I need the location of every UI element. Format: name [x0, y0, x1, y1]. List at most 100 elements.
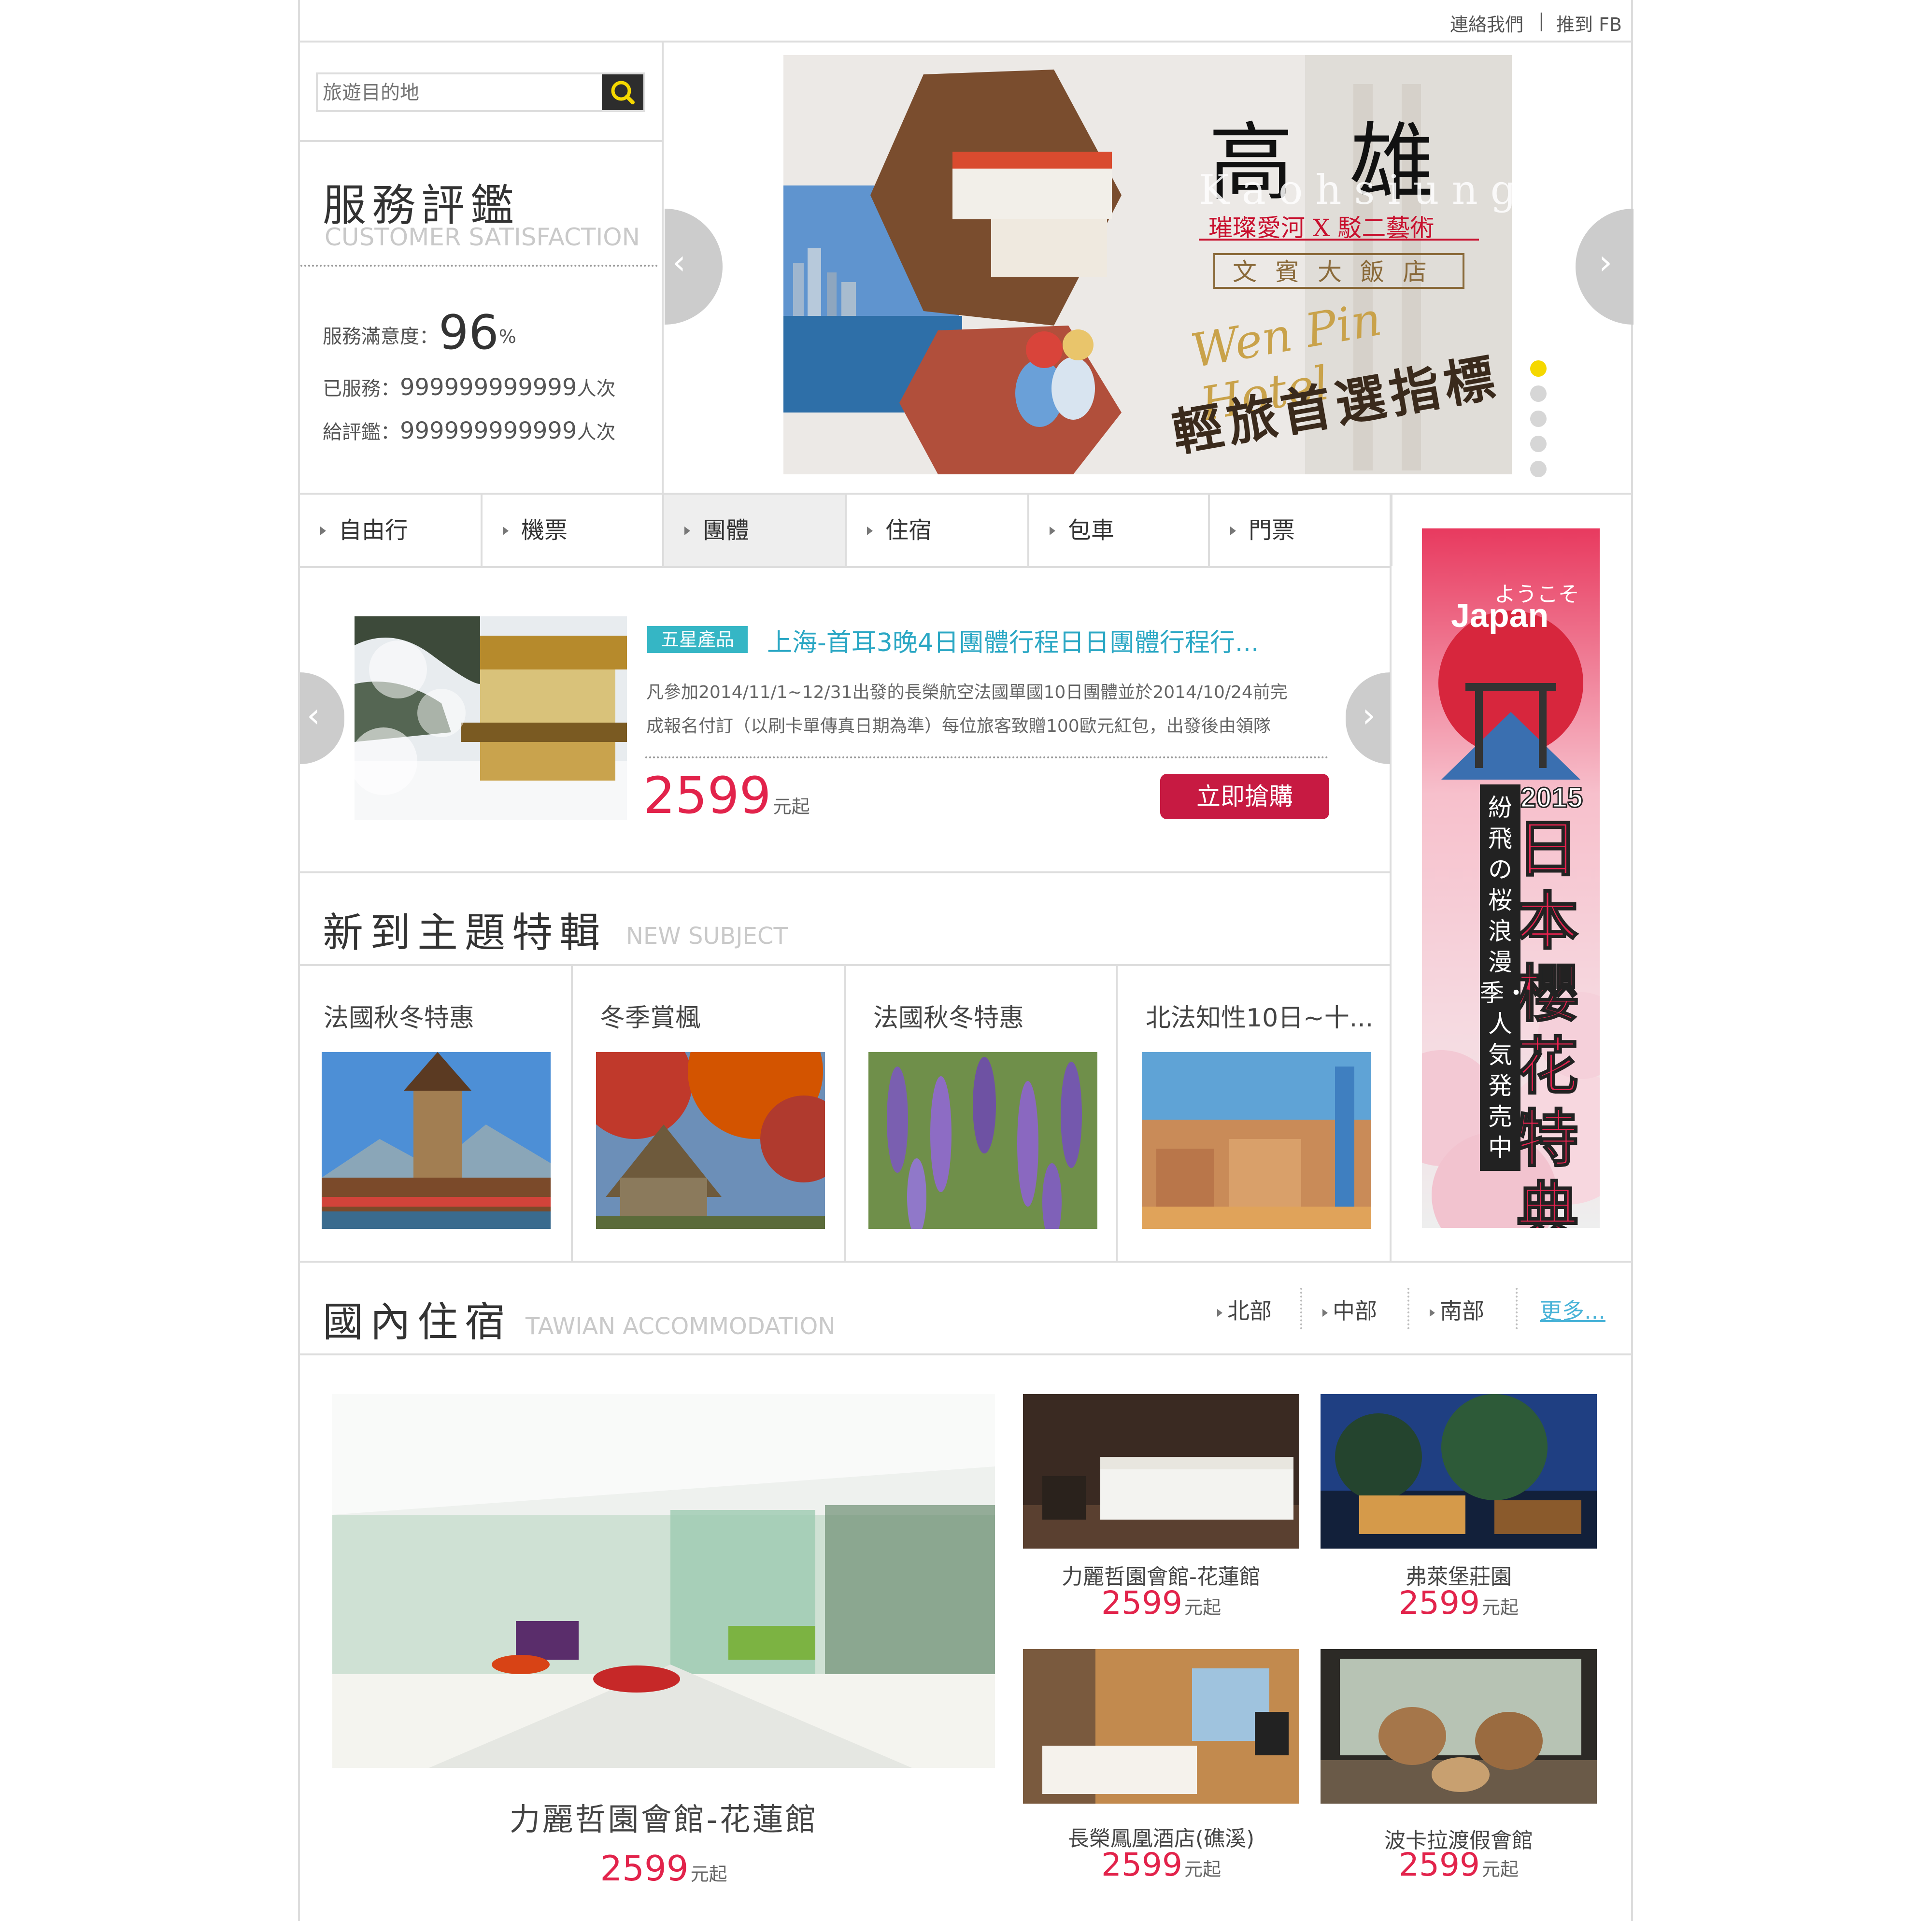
price-value: 2599	[643, 766, 771, 825]
banner-slider: 高 雄 Kaohsiung 璀璨愛河 X 駁二藝術 文賓大飯店 Wen Pin …	[783, 55, 1512, 474]
region-label: 北部	[1227, 1298, 1272, 1324]
region-separator	[1300, 1288, 1302, 1329]
hotel-price-1: 2599 元起	[1023, 1584, 1299, 1622]
tab-label: 團體	[703, 517, 750, 544]
ad-headline: 日本櫻花特典	[1516, 813, 1579, 1228]
subject-image-4[interactable]	[1142, 1052, 1371, 1229]
triangle-right-icon	[320, 526, 326, 535]
price-value: 2599	[1399, 1584, 1480, 1622]
price-unit: 元起	[1481, 1859, 1519, 1880]
tab-charter[interactable]: 包車	[1029, 495, 1210, 566]
rate-label: 服務滿意度：	[323, 326, 439, 348]
subject-title-4[interactable]: 北法知性10日~十...	[1146, 997, 1373, 1034]
search-divider	[298, 140, 662, 142]
subject-image-1[interactable]	[322, 1052, 551, 1229]
reviews-value: 999999999999	[400, 417, 577, 444]
price-unit: 元起	[1184, 1859, 1221, 1880]
pagination-dot-2[interactable]	[1530, 385, 1547, 402]
satisfaction-divider	[300, 265, 658, 267]
subject-title-2[interactable]: 冬季賞楓	[600, 997, 700, 1034]
served-value: 999999999999	[400, 374, 577, 401]
featured-badge: 五星產品	[647, 626, 748, 653]
hotel-image-2[interactable]	[1321, 1394, 1597, 1549]
ad-japan: Japan	[1451, 597, 1549, 634]
search-input[interactable]	[322, 77, 594, 108]
more-link[interactable]: 更多...	[1540, 1294, 1605, 1325]
served-label: 已服務：	[323, 378, 400, 400]
triangle-right-icon	[867, 526, 873, 535]
pagination-dot-5[interactable]	[1530, 461, 1547, 477]
hotel-price-3: 2599 元起	[1023, 1846, 1299, 1883]
region-label: 中部	[1333, 1298, 1377, 1324]
featured-title[interactable]: 上海-首耳3晚4日團體行程日日團體行程行...	[767, 622, 1259, 658]
pagination-dot-4[interactable]	[1530, 436, 1547, 452]
region-label: 南部	[1440, 1298, 1484, 1324]
ad-vertical-text: 紛飛の桜浪漫季・人気発売中	[1480, 784, 1528, 1171]
contact-link[interactable]: 連絡我們	[1450, 10, 1523, 36]
hotel-image-3[interactable]	[1023, 1649, 1299, 1804]
triangle-right-icon	[1050, 526, 1055, 535]
hotel-image-1[interactable]	[1023, 1394, 1299, 1549]
search-button[interactable]	[602, 74, 643, 110]
subject-col-divider-1	[571, 964, 573, 1263]
new-subject-title: 新到主題特輯	[323, 909, 607, 956]
tab-group-tours[interactable]: 團體	[664, 495, 847, 566]
pagination-dot-3[interactable]	[1530, 411, 1547, 427]
triangle-right-icon	[503, 526, 509, 535]
chevron-left-icon: ‹	[307, 696, 320, 735]
price-value: 2599	[600, 1848, 689, 1889]
review-count: 給評鑑：999999999999人次	[323, 416, 615, 444]
hotel-price-2: 2599 元起	[1321, 1584, 1597, 1622]
tab-label: 門票	[1249, 517, 1295, 544]
triangle-right-icon	[1230, 526, 1236, 535]
subject-title-3[interactable]: 法國秋冬特惠	[873, 997, 1024, 1034]
banner-rule	[1199, 239, 1479, 241]
subject-col-divider-2	[844, 964, 846, 1263]
region-separator	[1516, 1288, 1518, 1329]
triangle-right-icon	[684, 526, 690, 535]
subject-title-1[interactable]: 法國秋冬特惠	[324, 997, 474, 1034]
japan-sakura-ad[interactable]: ようこそ Japan 2015 日本櫻花特典 紛飛の桜浪漫季・人気発売中	[1422, 528, 1600, 1228]
accommodation-divider	[298, 1353, 1633, 1355]
new-subject-subtitle: NEW SUBJECT	[626, 923, 788, 950]
main-hotel-name[interactable]: 力麗哲園會館-花蓮館	[332, 1795, 995, 1839]
triangle-right-icon	[1322, 1309, 1328, 1317]
banner-pagination	[1530, 360, 1548, 477]
tab-label: 包車	[1068, 517, 1115, 544]
hotel-image-4[interactable]	[1321, 1649, 1597, 1804]
subject-image-2[interactable]	[596, 1052, 825, 1229]
satisfaction-rate: 服務滿意度：96%	[323, 305, 516, 360]
region-south[interactable]: 南部	[1430, 1294, 1484, 1325]
served-count: 已服務：999999999999人次	[323, 373, 615, 401]
rate-unit: %	[498, 326, 516, 347]
tab-flights[interactable]: 機票	[483, 495, 664, 566]
tab-label: 機票	[521, 517, 568, 544]
subject-image-3[interactable]	[868, 1052, 1097, 1229]
tab-free-travel[interactable]: 自由行	[300, 495, 483, 566]
hotel-price-4: 2599 元起	[1321, 1846, 1597, 1883]
price-value: 2599	[1101, 1584, 1182, 1622]
separator: |	[1538, 10, 1545, 31]
fb-share-link[interactable]: 推到 FB	[1556, 10, 1622, 36]
tab-lodging[interactable]: 住宿	[847, 495, 1029, 566]
top-links: 連絡我們 | 推到 FB	[1430, 8, 1623, 37]
price-unit: 元起	[1184, 1597, 1221, 1618]
price-value: 2599	[1101, 1846, 1182, 1883]
left-column-divider	[662, 41, 664, 495]
tab-tickets[interactable]: 門票	[1210, 495, 1392, 566]
search-box	[316, 72, 645, 112]
pagination-dot-1[interactable]	[1530, 360, 1547, 377]
featured-desc-2: 成報名付訂（以刷卡單傳真日期為準）每位旅客致贈100歐元紅包，出發後由領隊	[646, 716, 1271, 736]
main-hotel-image[interactable]	[332, 1394, 995, 1768]
region-central[interactable]: 中部	[1322, 1294, 1377, 1325]
region-north[interactable]: 北部	[1217, 1294, 1272, 1325]
triangle-right-icon	[1430, 1309, 1435, 1317]
subject-col-divider-3	[1116, 964, 1118, 1263]
triangle-right-icon	[1217, 1309, 1222, 1317]
reviews-unit: 人次	[577, 421, 616, 443]
buy-now-button[interactable]: 立即搶購	[1160, 774, 1329, 819]
reviews-label: 給評鑑：	[323, 421, 400, 443]
search-icon	[611, 81, 635, 104]
region-separator	[1407, 1288, 1409, 1329]
featured-divider-bottom	[298, 871, 1392, 873]
